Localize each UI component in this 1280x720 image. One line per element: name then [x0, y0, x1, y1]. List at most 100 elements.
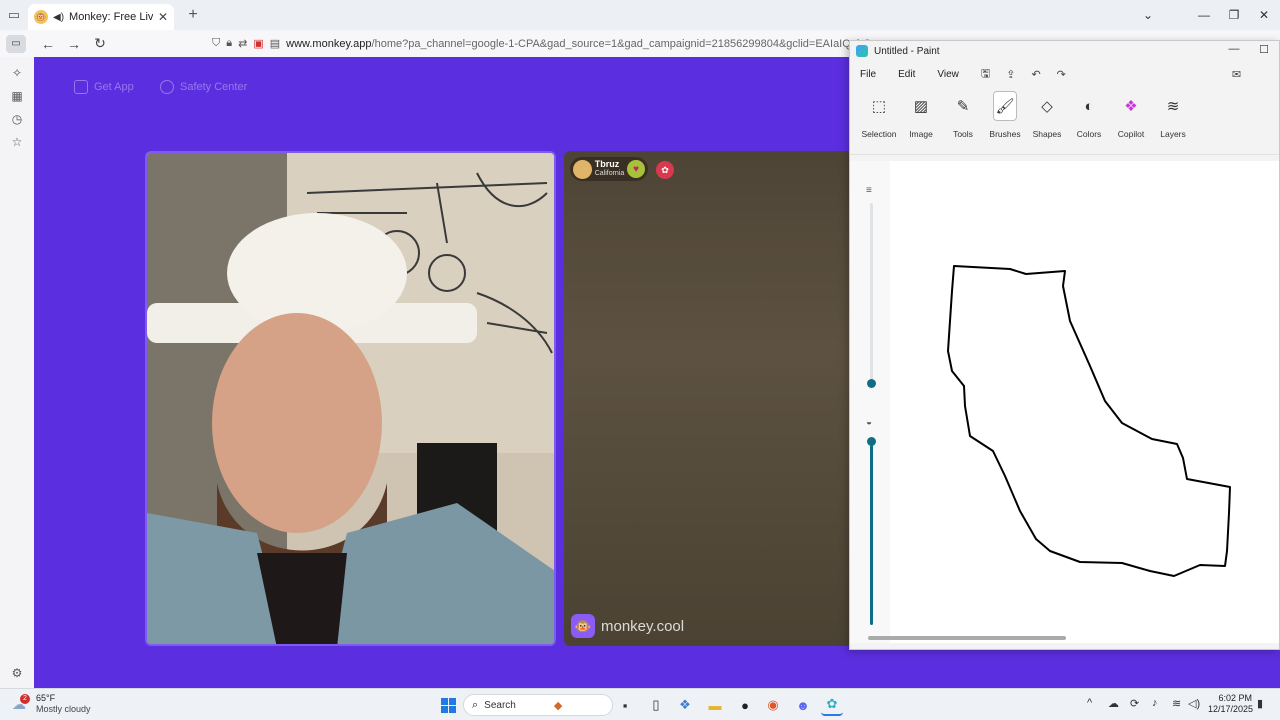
feedback-icon[interactable]: ✉ [1232, 68, 1241, 81]
get-app-label: Get App [94, 81, 134, 93]
paint-app-icon [856, 45, 868, 57]
paint-canvas-area: ≡ ◒ [850, 161, 1279, 643]
remote-video-feed: Tbruz California ♥ ✿ 🐵 monkey.cool [564, 151, 850, 646]
weather-description: Mostly cloudy [36, 704, 91, 714]
start-button[interactable] [437, 694, 459, 716]
task-view-icon[interactable]: ▪ [614, 694, 636, 716]
paint-maximize-button[interactable]: ☐ [1254, 43, 1274, 59]
tool-label: Tools [953, 129, 973, 139]
tool-image[interactable]: ▨ Image [900, 87, 942, 139]
menu-view[interactable]: View [937, 69, 959, 80]
url-domain: www.monkey.app [286, 37, 372, 50]
tray-overflow-icon[interactable]: ^ [1087, 697, 1092, 709]
menu-file[interactable]: File [860, 69, 876, 80]
sync-icon[interactable]: ⟳ [1130, 697, 1139, 710]
tool-brushes[interactable]: 🖌 Brushes [984, 87, 1026, 139]
heart-icon[interactable]: ♥ [627, 160, 645, 178]
copilot-taskbar-icon[interactable]: ❖ [674, 694, 696, 716]
brush-size-slider[interactable] [870, 203, 873, 383]
horizontal-scrollbar[interactable] [868, 636, 1066, 640]
paint-taskbar-icon[interactable]: ✿ [821, 694, 843, 716]
tab-actions-icon[interactable]: ▭ [0, 0, 28, 30]
cloud-icon: ☁ 2 [12, 694, 30, 712]
close-tab-icon[interactable]: ✕ [158, 10, 168, 24]
weather-text: 65°F Mostly cloudy [36, 693, 91, 715]
tool-tools[interactable]: ✎ Tools [942, 87, 984, 139]
speaker-icon[interactable]: ◀) [53, 12, 64, 23]
save-icon[interactable]: 🖫 [981, 65, 990, 84]
new-tab-button[interactable]: + [180, 6, 206, 24]
shield-check-icon [160, 80, 174, 94]
drawn-shape [947, 265, 1231, 577]
drawing-canvas[interactable] [890, 161, 1279, 643]
back-button[interactable]: ← [36, 32, 60, 56]
taskbar-clock[interactable]: 6:02 PM 12/17/2025 [1208, 693, 1253, 715]
redo-icon[interactable]: ↷ [1057, 68, 1066, 81]
url-field[interactable]: www.monkey.app/home?pa_channel=google-1-… [286, 38, 871, 50]
search-icon: ⌕ [472, 698, 479, 711]
onedrive-icon[interactable]: ☁ [1108, 697, 1119, 710]
obs-icon[interactable]: ● [734, 694, 756, 716]
tool-label: Layers [1160, 129, 1186, 139]
lock-icon[interactable]: 🔒︎ [226, 37, 232, 50]
forward-button[interactable]: → [62, 32, 86, 56]
tool-label: Selection [861, 129, 897, 139]
microphone-icon[interactable]: ♪ [1152, 697, 1158, 709]
size-lines-icon: ≡ [866, 185, 872, 196]
notifications-icon[interactable]: ▮ [1257, 697, 1263, 710]
opacity-drop-icon: ◒ [866, 417, 873, 428]
brush-size-knob[interactable] [867, 379, 876, 388]
notepad-icon[interactable]: ▯ [645, 694, 667, 716]
screen-share-icon[interactable]: ▤ [270, 37, 280, 50]
shield-icon[interactable]: ⛉ [212, 37, 220, 50]
layers-icon: ≋ [1166, 98, 1180, 115]
camera-icon[interactable]: ▣ [253, 37, 263, 50]
clock-time: 6:02 PM [1218, 693, 1252, 703]
firefox-icon[interactable]: ◉ [762, 694, 784, 716]
wifi-icon[interactable]: ≋ [1172, 697, 1181, 710]
browser-tab-monkey[interactable]: 🐵 ◀) Monkey: Free Live Video Ch ✕ [28, 4, 174, 30]
history-icon[interactable]: ◷ [9, 111, 25, 127]
permissions-icon[interactable]: ⇄ [238, 37, 247, 50]
tool-copilot[interactable]: ❖ Copilot [1110, 87, 1152, 139]
shapes-icon: ◇ [1041, 98, 1053, 115]
reload-button[interactable]: ↻ [88, 32, 112, 56]
tab-title: Monkey: Free Live Video Ch [69, 11, 153, 23]
paint-window: Untitled - Paint — ☐ File Edit View 🖫 ⇪ … [849, 40, 1280, 650]
sidebar-toggle-icon[interactable]: ▭ [6, 34, 26, 53]
file-explorer-icon[interactable]: ▬ [704, 694, 726, 716]
url-status-icons: ⛉ 🔒︎ ⇄ ▣ ▤ [212, 37, 280, 50]
taskbar-search[interactable]: ⌕ Search ◆ [463, 694, 613, 716]
close-window-button[interactable]: ✕ [1248, 0, 1280, 30]
tab-list-icon[interactable]: ⌄ [1132, 0, 1164, 30]
tool-colors[interactable]: ◐ Colors [1068, 87, 1110, 140]
favorites-icon[interactable]: ☆ [9, 134, 25, 150]
ai-sparkle-icon[interactable]: ✧ [9, 65, 25, 81]
settings-gear-icon[interactable]: ⚙ [9, 665, 25, 681]
paint-title: Untitled - Paint [874, 45, 940, 57]
collections-icon[interactable]: ▦ [9, 88, 25, 104]
peer-info-chip[interactable]: Tbruz California ♥ [570, 157, 648, 181]
opacity-slider[interactable] [870, 445, 873, 625]
selection-icon: ⬚ [871, 98, 887, 115]
paint-minimize-button[interactable]: — [1224, 43, 1244, 59]
undo-icon[interactable]: ↶ [1031, 68, 1040, 81]
tool-selection[interactable]: ⬚ Selection [858, 87, 900, 139]
tool-layers[interactable]: ≋ Layers [1152, 87, 1194, 139]
tool-shapes[interactable]: ◇ Shapes [1026, 87, 1068, 139]
volume-icon[interactable]: ◁) [1188, 697, 1200, 710]
monkey-page: Get App Safety Center Tbruz California ♥… [34, 57, 850, 688]
peer-badge-icon[interactable]: ✿ [656, 161, 674, 179]
tools-icon: ✎ [956, 98, 970, 115]
minimize-button[interactable]: — [1188, 0, 1220, 30]
safety-center-button[interactable]: Safety Center [160, 75, 247, 99]
share-icon[interactable]: ⇪ [1006, 68, 1015, 81]
url-path: /home?pa_channel=google-1-CPA&gad_source… [371, 37, 872, 50]
get-app-button[interactable]: Get App [74, 75, 134, 99]
restore-button[interactable]: ❐ [1218, 0, 1250, 30]
menu-edit[interactable]: Edit [898, 69, 915, 80]
discord-icon[interactable]: ☻ [792, 694, 814, 716]
peer-avatar [573, 159, 592, 179]
peer-text: Tbruz California [595, 160, 625, 178]
weather-widget[interactable]: ☁ 2 65°F Mostly cloudy [12, 693, 91, 715]
